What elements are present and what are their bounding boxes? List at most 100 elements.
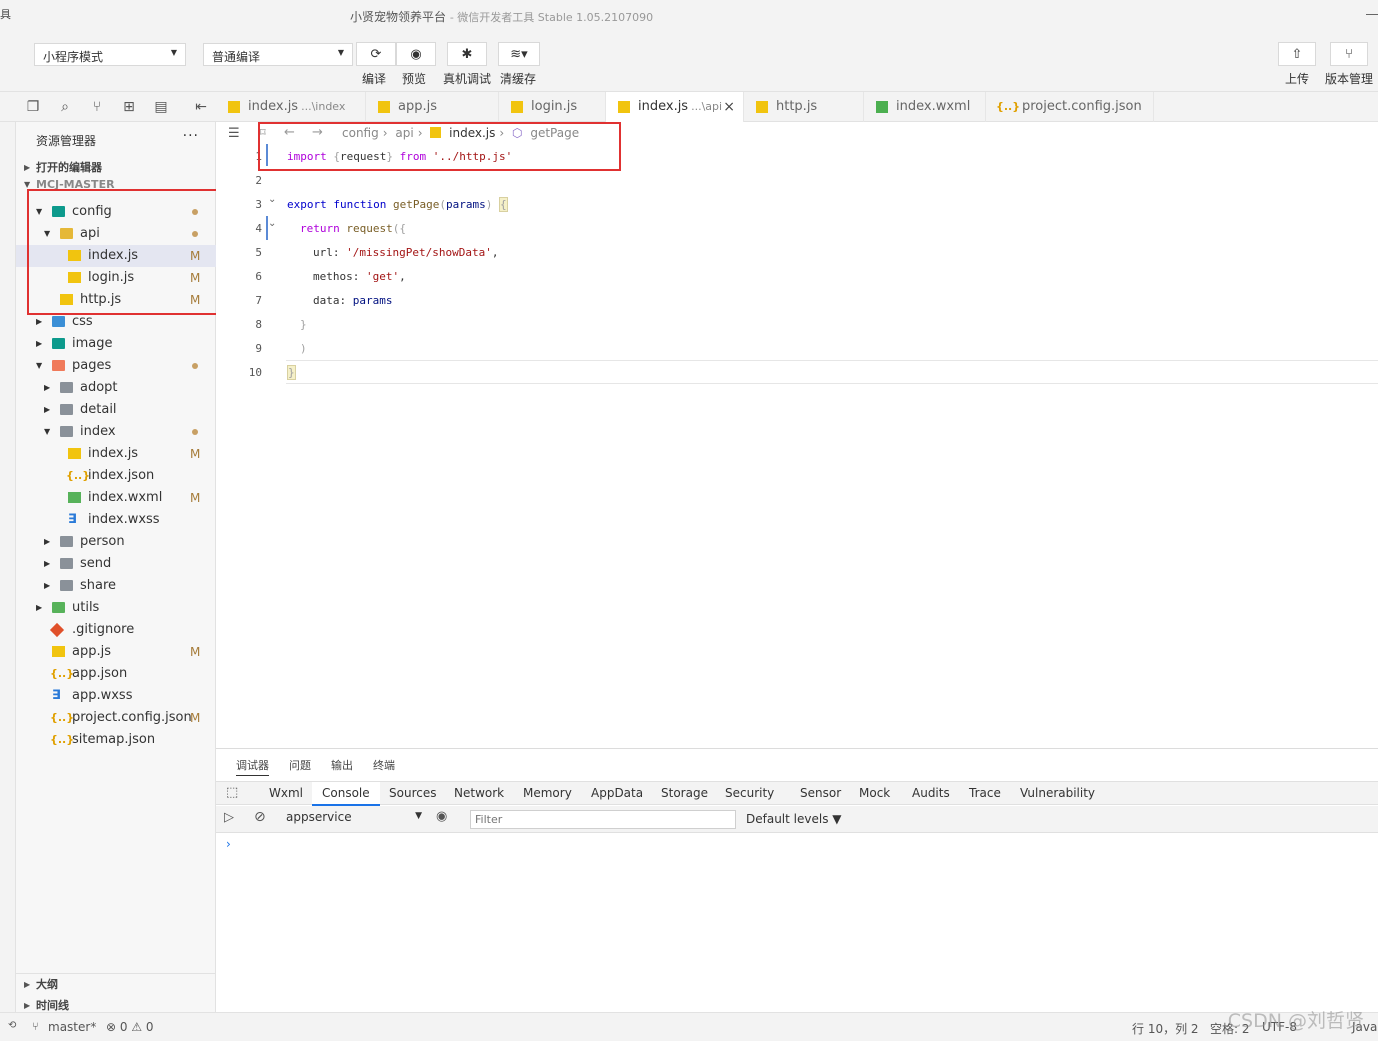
- close-icon[interactable]: ×: [723, 92, 735, 122]
- tree-folder[interactable]: ▼ api: [16, 223, 216, 245]
- breadcrumb-item[interactable]: index.js: [449, 126, 495, 140]
- tree-folder[interactable]: ▶ person: [16, 531, 216, 553]
- chevron-right-icon: ▶: [36, 317, 43, 326]
- clear-cache-button[interactable]: ≋▾: [498, 42, 540, 66]
- tree-file[interactable]: index.wxml M: [16, 487, 216, 509]
- tree-folder[interactable]: ▼ pages: [16, 355, 216, 377]
- devtools-tab-vulnerability[interactable]: Vulnerability: [1020, 786, 1095, 800]
- branch-icon[interactable]: ⑂: [32, 1020, 39, 1033]
- devtools-tab-sources[interactable]: Sources: [389, 786, 436, 800]
- tree-file[interactable]: ∃ app.wxss: [16, 685, 216, 707]
- devtools-tab-network[interactable]: Network: [454, 786, 504, 800]
- menu-glyph[interactable]: 具: [0, 6, 11, 22]
- panel-tab[interactable]: 调试器: [236, 757, 269, 776]
- devtools-tab-storage[interactable]: Storage: [661, 786, 708, 800]
- tab-login-js[interactable]: login.js: [499, 92, 606, 122]
- outline-section[interactable]: ▶ 大纲: [16, 973, 216, 995]
- cursor-position[interactable]: 行 10，列 2: [1132, 1020, 1199, 1037]
- tab-project-config-json[interactable]: {..} project.config.json: [986, 92, 1154, 122]
- collapse-panel-icon[interactable]: ⇤: [192, 98, 210, 116]
- problems-count[interactable]: ⊗ 0 ⚠ 0: [106, 1020, 154, 1034]
- tree-folder[interactable]: ▼ index: [16, 421, 216, 443]
- panel-tab[interactable]: 终端: [373, 757, 395, 773]
- js-file-icon: [430, 127, 442, 138]
- tree-file[interactable]: .gitignore: [16, 619, 216, 641]
- timeline-label: 时间线: [36, 999, 69, 1012]
- clear-console-icon[interactable]: ⊘: [254, 809, 266, 825]
- tree-folder[interactable]: ▶ image: [16, 333, 216, 355]
- list-icon[interactable]: ☰: [228, 126, 240, 141]
- devtools-tab-trace[interactable]: Trace: [969, 786, 1001, 800]
- tree-folder[interactable]: ▶ css: [16, 311, 216, 333]
- tab-index-js[interactable]: index.js ...\api ×: [606, 92, 744, 122]
- devtools-tab-memory[interactable]: Memory: [523, 786, 572, 800]
- git-branch[interactable]: master*: [48, 1020, 96, 1034]
- console-prompt[interactable]: ›: [226, 837, 231, 851]
- breadcrumb-item[interactable]: config: [342, 126, 379, 140]
- devtools-tab-sensor[interactable]: Sensor: [800, 786, 841, 800]
- devtools-tab-audits[interactable]: Audits: [912, 786, 950, 800]
- devtools-tab-appdata[interactable]: AppData: [591, 786, 643, 800]
- context-select[interactable]: appservice ▼: [286, 810, 422, 829]
- tree-folder[interactable]: ▶ share: [16, 575, 216, 597]
- source-control-icon[interactable]: ⑂: [88, 98, 106, 116]
- fold-chevron-icon[interactable]: ⌄: [268, 218, 276, 229]
- tree-file[interactable]: index.js M: [16, 245, 216, 267]
- tree-folder[interactable]: ▼ config: [16, 201, 216, 223]
- devtools-tab-console[interactable]: Console: [312, 782, 380, 806]
- tree-file[interactable]: ∃ index.wxss: [16, 509, 216, 531]
- tree-folder[interactable]: ▶ adopt: [16, 377, 216, 399]
- panel-tab[interactable]: 输出: [331, 757, 353, 773]
- tree-file[interactable]: index.js M: [16, 443, 216, 465]
- compile-button[interactable]: ⟳: [356, 42, 396, 66]
- minimize-button[interactable]: [1366, 14, 1378, 15]
- eye-icon[interactable]: ◉: [436, 809, 447, 824]
- forward-arrow-icon[interactable]: →: [312, 125, 323, 140]
- code-editor[interactable]: ☰ ⌑ ← → config › api › index.js › ⬡ getPage…: [216, 122, 1378, 748]
- panel-tab[interactable]: 问题: [289, 757, 311, 773]
- breadcrumb-item[interactable]: getPage: [530, 126, 579, 140]
- fold-chevron-icon[interactable]: ⌄: [268, 194, 276, 205]
- tree-file[interactable]: app.js M: [16, 641, 216, 663]
- tab-http-js[interactable]: http.js: [744, 92, 864, 122]
- devtools-tab-mock[interactable]: Mock: [859, 786, 890, 800]
- line-number: 3: [255, 198, 262, 211]
- tree-item-label: login.js: [88, 270, 135, 285]
- filter-input[interactable]: [470, 810, 736, 829]
- tree-item-label: utils: [72, 600, 100, 615]
- sidebar-toggle-icon[interactable]: ▷: [224, 810, 234, 825]
- open-editors-section[interactable]: ▶ 打开的编辑器: [16, 157, 216, 179]
- breadcrumb-item[interactable]: api: [395, 126, 413, 140]
- remote-debug-button[interactable]: ✱: [447, 42, 487, 66]
- extensions-icon[interactable]: ⊞: [120, 98, 138, 116]
- preview-button[interactable]: ◉: [396, 42, 436, 66]
- tree-folder[interactable]: ▶ send: [16, 553, 216, 575]
- tab-index-js[interactable]: index.js ...\index: [216, 92, 366, 122]
- compile-select[interactable]: 普通编译 ▼: [203, 43, 353, 66]
- tree-file[interactable]: {..} app.json: [16, 663, 216, 685]
- back-arrow-icon[interactable]: ←: [284, 125, 295, 140]
- tab-index-wxml[interactable]: index.wxml: [864, 92, 986, 122]
- tree-file[interactable]: http.js M: [16, 289, 216, 311]
- search-icon[interactable]: ⌕: [56, 98, 74, 116]
- mode-select[interactable]: 小程序模式 ▼: [34, 43, 186, 66]
- project-section[interactable]: ▼ MCJ-MASTER: [16, 179, 216, 191]
- log-levels-select[interactable]: Default levels ▼: [746, 812, 842, 826]
- tree-folder[interactable]: ▶ detail: [16, 399, 216, 421]
- devtools-tab-security[interactable]: Security: [725, 786, 774, 800]
- sync-icon[interactable]: ⟲: [8, 1020, 16, 1031]
- files-icon[interactable]: ❐: [24, 98, 42, 116]
- inspect-element-icon[interactable]: ⬚: [226, 785, 238, 800]
- tree-file[interactable]: {..} project.config.json M: [16, 707, 216, 729]
- devtools-tab-wxml[interactable]: Wxml: [269, 786, 303, 800]
- version-button[interactable]: ⑂: [1330, 42, 1368, 66]
- tree-file[interactable]: login.js M: [16, 267, 216, 289]
- modified-badge: M: [190, 645, 201, 659]
- upload-button[interactable]: ⇧: [1278, 42, 1316, 66]
- tree-folder[interactable]: ▶ utils: [16, 597, 216, 619]
- layout-icon[interactable]: ▤: [152, 98, 170, 116]
- tree-file[interactable]: {..} sitemap.json: [16, 729, 216, 751]
- more-icon[interactable]: ···: [183, 128, 199, 144]
- tab-app-js[interactable]: app.js: [366, 92, 499, 122]
- tree-file[interactable]: {..} index.json: [16, 465, 216, 487]
